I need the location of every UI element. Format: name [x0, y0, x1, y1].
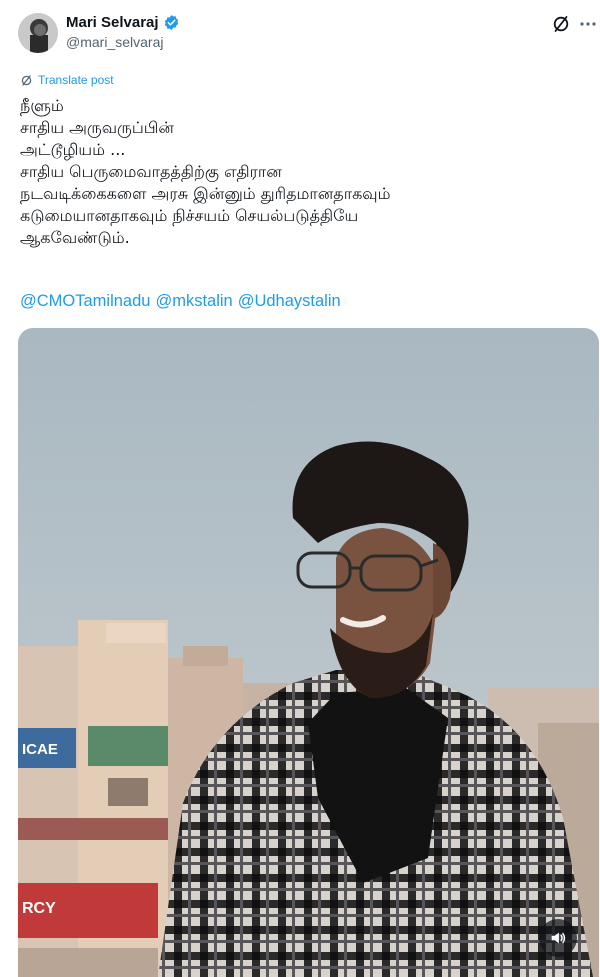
- speaker-icon: [551, 932, 566, 944]
- name-row: Mari Selvaraj: [66, 14, 180, 31]
- avatar-photo-icon: [18, 13, 58, 53]
- post-header: Mari Selvaraj @mari_selvaraj: [0, 0, 600, 70]
- tweet-line: சாதிய அருவருப்பின்: [20, 118, 174, 137]
- mention-mkstalin[interactable]: @mkstalin: [155, 292, 232, 311]
- tweet-line: அட்டூழியம் ...: [20, 140, 126, 159]
- avatar[interactable]: [18, 13, 58, 53]
- tweet-line: கடுமையானதாகவும் நிச்சயம் செயல்படுத்தியே: [20, 206, 359, 225]
- grok-button[interactable]: [551, 14, 571, 34]
- verified-badge-icon: [164, 15, 178, 30]
- tweet-line: நடவடிக்கைகளை அரசு இன்னும் துரிதமானதாகவும…: [20, 184, 391, 203]
- video-player[interactable]: ICAE RCY: [18, 328, 599, 977]
- translate-icon: [21, 74, 32, 86]
- sign-text-icae: ICAE: [22, 741, 58, 758]
- sign-text-rcy: RCY: [22, 900, 56, 917]
- tweet-text: நீளும் சாதிய அருவருப்பின் அட்டூழியம் ...…: [20, 95, 580, 249]
- video-thumbnail: ICAE RCY: [18, 328, 599, 977]
- grok-icon: [553, 16, 569, 32]
- translate-post-link[interactable]: Translate post: [20, 73, 114, 87]
- more-options-icon: [580, 22, 596, 26]
- sound-toggle-button[interactable]: [539, 919, 577, 957]
- author-handle[interactable]: @mari_selvaraj: [66, 34, 163, 50]
- mention-udhaystalin[interactable]: @Udhaystalin: [238, 292, 341, 311]
- tweet-line: நீளும்: [20, 96, 64, 115]
- translate-label: Translate post: [38, 73, 114, 87]
- mentions: @CMOTamilnadu @mkstalin @Udhaystalin: [20, 292, 341, 311]
- mention-cmotamilnadu[interactable]: @CMOTamilnadu: [20, 292, 150, 311]
- tweet-line: சாதிய பெருமைவாதத்திற்கு எதிரான: [20, 162, 282, 181]
- more-options-button[interactable]: [578, 14, 598, 34]
- display-name[interactable]: Mari Selvaraj: [66, 14, 159, 31]
- tweet-line: ஆகவேண்டும்.: [20, 228, 130, 247]
